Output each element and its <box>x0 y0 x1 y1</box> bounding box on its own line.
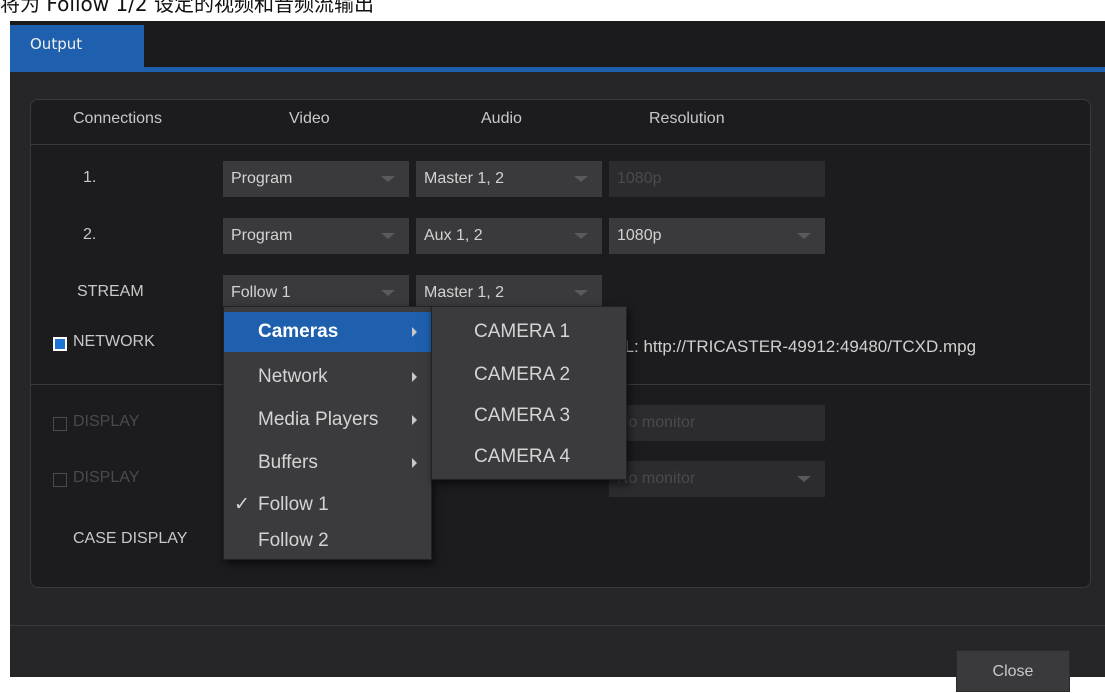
audio-select-value: Master 1, 2 <box>424 170 505 187</box>
page-caption: 将为 Follow 1/2 设定的视频和音频流输出 <box>0 0 374 14</box>
chevron-down-icon <box>574 233 588 239</box>
video-select-value: Follow 1 <box>231 284 291 301</box>
source-menu: Cameras Network Media Players Buffers ✓ F… <box>223 306 432 560</box>
tab-output[interactable]: Output <box>10 25 144 67</box>
audio-select-output-1[interactable]: Master 1, 2 <box>416 161 602 197</box>
column-header-resolution: Resolution <box>649 110 725 127</box>
chevron-down-icon <box>797 476 811 482</box>
chevron-right-icon <box>412 327 417 337</box>
resolution-select-output-2[interactable]: 1080p <box>609 218 825 254</box>
column-header-video: Video <box>289 110 330 127</box>
menu-item-network[interactable]: Network <box>224 357 431 397</box>
menu-item-follow-2[interactable]: Follow 2 <box>224 521 431 561</box>
menu-item-media-players[interactable]: Media Players <box>224 400 431 440</box>
row-label-output-2: 2. <box>83 226 97 243</box>
menu-item-label: Media Players <box>258 409 379 430</box>
chevron-right-icon <box>412 458 417 468</box>
submenu-item-camera-3[interactable]: CAMERA 3 <box>432 396 626 436</box>
menu-item-label: Buffers <box>258 452 318 473</box>
menu-item-label: Cameras <box>258 321 339 342</box>
display-2-checkbox[interactable] <box>53 473 67 487</box>
chevron-down-icon <box>574 290 588 296</box>
footer-divider <box>10 625 1105 626</box>
check-icon: ✓ <box>234 494 250 515</box>
chevron-down-icon <box>574 176 588 182</box>
monitor-select-value: No monitor <box>617 470 696 487</box>
video-select-output-2[interactable]: Program <box>223 218 409 254</box>
monitor-select-value: No monitor <box>617 414 696 431</box>
video-select-value: Program <box>231 170 293 187</box>
audio-select-value: Master 1, 2 <box>424 284 505 301</box>
close-button[interactable]: Close <box>956 650 1070 692</box>
resolution-select-output-1: 1080p <box>609 161 825 197</box>
monitor-select-display-1: No monitor <box>609 405 825 441</box>
menu-item-cameras[interactable]: Cameras <box>224 312 431 352</box>
menu-item-follow-1[interactable]: ✓ Follow 1 <box>224 485 431 525</box>
display-1-checkbox[interactable] <box>53 417 67 431</box>
menu-item-label: Follow 1 <box>258 494 329 515</box>
column-header-connections: Connections <box>73 110 162 127</box>
audio-select-output-2[interactable]: Aux 1, 2 <box>416 218 602 254</box>
row-label-network: NETWORK <box>73 333 155 350</box>
resolution-select-value: 1080p <box>617 227 662 244</box>
video-select-output-1[interactable]: Program <box>223 161 409 197</box>
chevron-down-icon <box>797 233 811 239</box>
resolution-select-value: 1080p <box>617 170 662 187</box>
chevron-down-icon <box>381 233 395 239</box>
submenu-item-camera-4[interactable]: CAMERA 4 <box>432 437 626 477</box>
network-checkbox[interactable] <box>53 337 67 351</box>
row-label-output-1: 1. <box>83 169 97 186</box>
submenu-item-camera-2[interactable]: CAMERA 2 <box>432 355 626 395</box>
row-label-display-2: DISPLAY <box>73 469 140 486</box>
submenu-item-camera-1[interactable]: CAMERA 1 <box>432 312 626 352</box>
network-url: URL: http://TRICASTER-49912:49480/TCXD.m… <box>600 337 977 356</box>
chevron-down-icon <box>381 290 395 296</box>
tab-bar: Output <box>10 21 1105 72</box>
chevron-right-icon <box>412 372 417 382</box>
column-header-audio: Audio <box>481 110 522 127</box>
monitor-select-display-2: No monitor <box>609 461 825 497</box>
audio-select-value: Aux 1, 2 <box>424 227 483 244</box>
menu-item-label: Network <box>258 366 328 387</box>
menu-item-buffers[interactable]: Buffers <box>224 443 431 483</box>
chevron-right-icon <box>412 415 417 425</box>
cameras-submenu: CAMERA 1 CAMERA 2 CAMERA 3 CAMERA 4 <box>431 306 627 480</box>
header-divider <box>31 144 1090 145</box>
video-select-value: Program <box>231 227 293 244</box>
chevron-down-icon <box>381 176 395 182</box>
menu-item-label: Follow 2 <box>258 530 329 551</box>
row-label-display-1: DISPLAY <box>73 413 140 430</box>
row-label-case-display: CASE DISPLAY <box>73 530 188 547</box>
row-label-stream: STREAM <box>77 283 144 300</box>
